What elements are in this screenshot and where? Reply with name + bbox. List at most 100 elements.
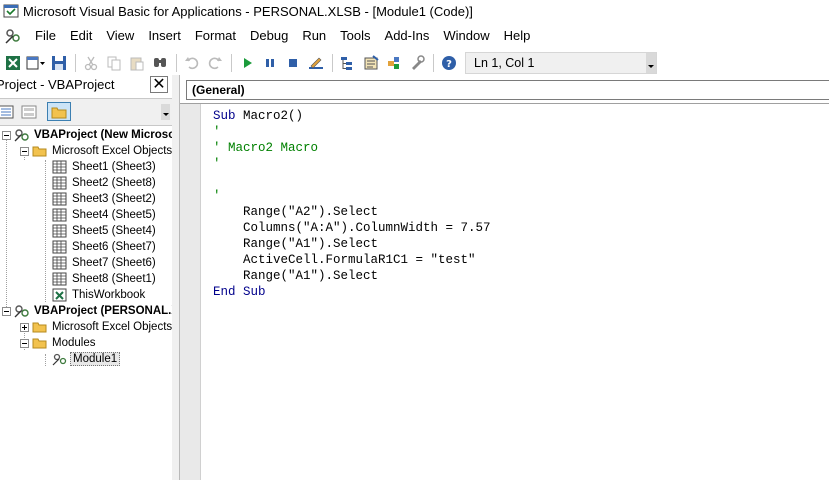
tree-node-module1[interactable]: Module1 <box>52 351 121 367</box>
tree-node-excel-objects-1[interactable]: Microsoft Excel Objects <box>20 143 172 159</box>
code-line[interactable]: Columns("A:A").ColumnWidth = 7.57 <box>213 220 491 236</box>
redo-button[interactable] <box>204 52 226 74</box>
tree-node-sheet6[interactable]: Sheet6 (Sheet7) <box>52 239 158 255</box>
cut-icon <box>84 56 98 71</box>
tree-node-sheet3[interactable]: Sheet3 (Sheet2) <box>52 191 158 207</box>
collapse-toggle[interactable] <box>20 146 29 156</box>
toolbar-separator <box>75 54 76 72</box>
tree-node-thisworkbook[interactable]: ThisWorkbook <box>52 287 147 303</box>
menu-format[interactable]: Format <box>188 24 243 48</box>
tree-label: Module1 <box>70 352 121 366</box>
help-button[interactable]: ? <box>438 52 460 74</box>
find-button[interactable] <box>149 52 171 74</box>
undo-icon <box>185 57 199 70</box>
copy-button[interactable] <box>103 52 125 74</box>
tree-node-sheet1[interactable]: Sheet1 (Sheet3) <box>52 159 158 175</box>
project-explorer-button[interactable] <box>337 52 359 74</box>
properties-icon <box>364 55 379 70</box>
code-margin-indicator-bar[interactable] <box>180 104 201 480</box>
tree-label: Sheet1 (Sheet3) <box>72 161 156 173</box>
cursor-position-indicator: Ln 1, Col 1 <box>465 52 657 74</box>
paste-button[interactable] <box>126 52 148 74</box>
collapse-toggle[interactable] <box>2 130 11 140</box>
break-button[interactable] <box>259 52 281 74</box>
tree-node-sheet8[interactable]: Sheet8 (Sheet1) <box>52 271 158 287</box>
menu-window[interactable]: Window <box>436 24 496 48</box>
menu-add-ins[interactable]: Add-Ins <box>378 24 437 48</box>
reset-button[interactable] <box>282 52 304 74</box>
expand-toggle[interactable] <box>20 322 29 332</box>
tree-node-vbaproject-new[interactable]: VBAProject (New Microsoft Excel Workshee… <box>2 127 172 143</box>
project-tree: VBAProject (New Microsoft Excel Workshee… <box>0 126 172 480</box>
run-button[interactable] <box>236 52 258 74</box>
object-browser-button[interactable] <box>383 52 405 74</box>
tree-node-sheet2[interactable]: Sheet2 (Sheet8) <box>52 175 158 191</box>
menu-help[interactable]: Help <box>497 24 538 48</box>
collapse-toggle[interactable] <box>20 338 29 348</box>
code-text: Macro2() <box>235 109 304 123</box>
vbe-menu-icon[interactable] <box>4 27 22 45</box>
toggle-folders-button[interactable] <box>47 102 71 121</box>
code-line[interactable]: Range("A1").Select <box>213 268 491 284</box>
view-code-button[interactable] <box>0 102 16 121</box>
code-line[interactable]: ActiveCell.FormulaR1C1 = "test" <box>213 252 491 268</box>
insert-module-button[interactable] <box>25 52 47 74</box>
vba-app-icon <box>3 4 19 18</box>
view-excel-button[interactable] <box>2 52 24 74</box>
code-line[interactable]: ' <box>213 156 491 172</box>
code-line[interactable]: ' Macro2 Macro <box>213 140 491 156</box>
code-line[interactable]: Range("A2").Select <box>213 204 491 220</box>
project-toolbar-dropdown[interactable] <box>161 104 170 120</box>
code-editor[interactable]: Sub Macro2() ' ' Macro2 Macro ' ' Range(… <box>213 108 491 300</box>
code-line[interactable]: Range("A1").Select <box>213 236 491 252</box>
copy-icon <box>107 56 121 71</box>
tree-label: Sheet6 (Sheet7) <box>72 241 156 253</box>
tree-label: Microsoft Excel Objects <box>52 145 172 157</box>
close-project-explorer-button[interactable]: ✕ <box>150 76 168 93</box>
help-icon: ? <box>442 56 456 70</box>
menu-view[interactable]: View <box>99 24 141 48</box>
cut-button[interactable] <box>80 52 102 74</box>
tree-node-vbaproject-personal[interactable]: VBAProject (PERSONAL.XLSB) <box>2 303 172 319</box>
code-line[interactable]: End Sub <box>213 284 491 300</box>
tree-node-sheet4[interactable]: Sheet4 (Sheet5) <box>52 207 158 223</box>
code-line[interactable]: Sub Macro2() <box>213 108 491 124</box>
tree-node-modules[interactable]: Modules <box>20 335 97 351</box>
tree-label: Sheet5 (Sheet4) <box>72 225 156 237</box>
menu-debug[interactable]: Debug <box>243 24 295 48</box>
code-line[interactable] <box>213 172 491 188</box>
view-object-button[interactable] <box>19 102 39 121</box>
find-icon <box>154 58 166 67</box>
project-explorer-toolbar <box>0 98 172 126</box>
menu-tools[interactable]: Tools <box>333 24 377 48</box>
collapse-toggle[interactable] <box>2 306 11 316</box>
tree-node-sheet5[interactable]: Sheet5 (Sheet4) <box>52 223 158 239</box>
design-mode-button[interactable] <box>305 52 327 74</box>
vbaproject-icon <box>14 129 29 142</box>
toolbar-options-dropdown[interactable] <box>646 53 656 73</box>
tree-node-excel-objects-2[interactable]: Microsoft Excel Objects <box>20 319 172 335</box>
menu-insert[interactable]: Insert <box>141 24 188 48</box>
project-explorer-title: Project - VBAProject <box>0 77 115 92</box>
save-button[interactable] <box>48 52 70 74</box>
menu-run[interactable]: Run <box>295 24 333 48</box>
properties-button[interactable] <box>360 52 382 74</box>
panel-splitter[interactable] <box>172 75 180 480</box>
object-dropdown[interactable]: (General) <box>186 80 829 100</box>
menu-file[interactable]: File <box>28 24 63 48</box>
worksheet-icon <box>52 208 67 222</box>
folder-open-icon <box>32 338 47 349</box>
project-explorer-icon <box>341 57 352 70</box>
toolbar-separator <box>231 54 232 72</box>
undo-button[interactable] <box>181 52 203 74</box>
code-line[interactable]: ' <box>213 124 491 140</box>
module-icon <box>52 353 67 366</box>
toolbox-button[interactable] <box>406 52 428 74</box>
window-title: Microsoft Visual Basic for Applications … <box>23 3 473 19</box>
code-keyword: End Sub <box>213 285 266 299</box>
tree-node-sheet7[interactable]: Sheet7 (Sheet6) <box>52 255 158 271</box>
code-window: (General) Sub Macro2() ' ' Macro2 Macro … <box>180 75 829 480</box>
menu-edit[interactable]: Edit <box>63 24 99 48</box>
code-line[interactable]: ' <box>213 188 491 204</box>
paste-icon <box>130 57 144 71</box>
